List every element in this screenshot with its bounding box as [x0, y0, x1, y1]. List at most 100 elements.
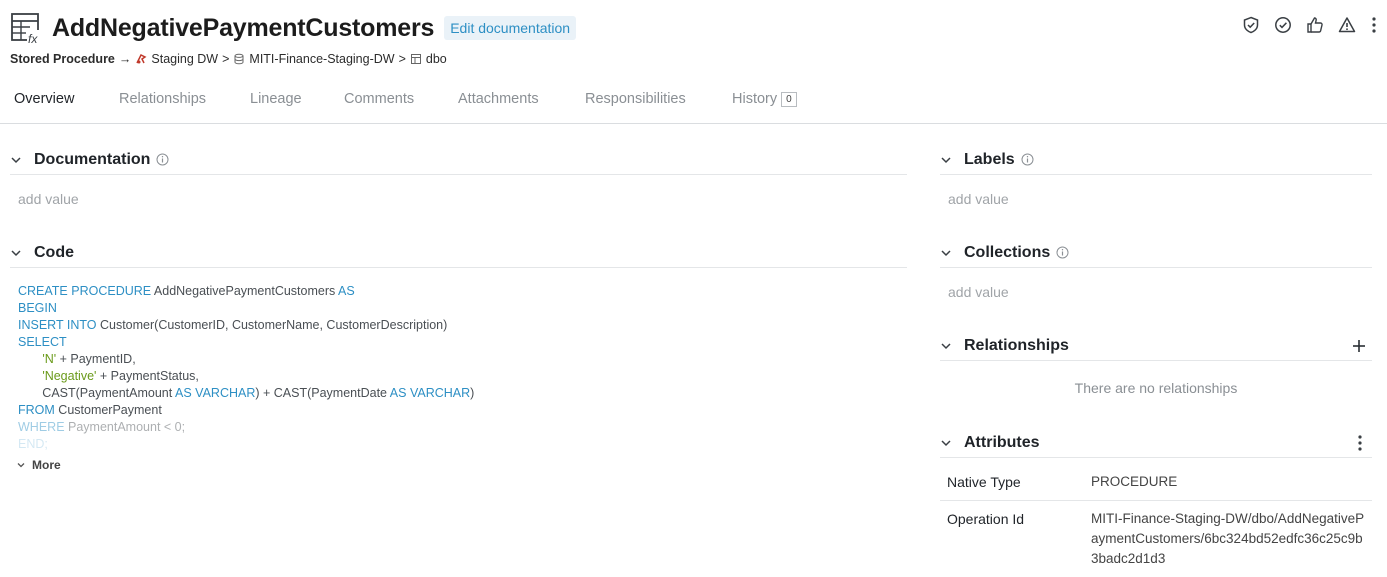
- breadcrumb-sep: >: [398, 52, 406, 66]
- code-keyword: FROM: [18, 403, 55, 417]
- tab-history-label: History: [732, 91, 778, 107]
- code-text: PaymentAmount < 0;: [64, 420, 186, 434]
- database-icon: [234, 53, 244, 65]
- labels-section-header[interactable]: Labels: [940, 145, 1372, 175]
- warning-icon[interactable]: [1337, 15, 1357, 35]
- more-vertical-icon[interactable]: [1369, 15, 1379, 35]
- more-label: More: [32, 458, 61, 472]
- breadcrumb-arrow: →: [118, 52, 132, 66]
- code-text: ) + CAST(PaymentDate: [255, 386, 390, 400]
- schema-icon: [410, 54, 421, 64]
- info-icon[interactable]: [1056, 246, 1069, 259]
- code-line: SELECT: [18, 334, 898, 351]
- tab-attachments[interactable]: Attachments: [458, 91, 539, 107]
- edit-documentation-button[interactable]: Edit documentation: [444, 16, 577, 40]
- code-line: END;: [18, 436, 898, 453]
- code-line: 'N' + PaymentID,: [18, 351, 898, 368]
- breadcrumb-item-database[interactable]: MITI-Finance-Staging-DW: [233, 52, 395, 66]
- attributes-section-header[interactable]: Attributes: [940, 428, 1372, 458]
- code-line: CAST(PaymentAmount AS VARCHAR) + CAST(Pa…: [18, 385, 898, 402]
- code-keyword: AS: [338, 284, 355, 298]
- code-text: CAST(PaymentAmount: [18, 386, 176, 400]
- chevron-down-icon[interactable]: [10, 154, 22, 166]
- chevron-down-icon[interactable]: [10, 247, 22, 259]
- code-text: + PaymentStatus,: [96, 369, 199, 383]
- attribute-key: Native Type: [947, 474, 1021, 490]
- more-button[interactable]: More: [16, 458, 61, 472]
- chevron-down-icon[interactable]: [940, 154, 952, 166]
- breadcrumb: Stored Procedure → Staging DW > MITI-Fin…: [10, 52, 447, 66]
- certify-icon[interactable]: [1273, 15, 1293, 35]
- breadcrumb-item-staging-dw[interactable]: Staging DW: [135, 52, 218, 66]
- info-icon[interactable]: [1021, 153, 1034, 166]
- labels-add-value[interactable]: add value: [948, 191, 1009, 207]
- stored-procedure-icon: fx: [11, 13, 43, 45]
- code-text: Customer(CustomerID, CustomerName, Custo…: [96, 318, 448, 332]
- code-keyword: AS VARCHAR: [175, 386, 256, 400]
- code-string: 'N': [42, 352, 57, 366]
- code-string: 'Negative': [42, 369, 97, 383]
- info-icon[interactable]: [156, 153, 169, 166]
- code-keyword: AS VARCHAR: [389, 386, 471, 400]
- tab-relationships[interactable]: Relationships: [119, 91, 206, 107]
- history-count-badge: 0: [781, 92, 797, 107]
- code-block: CREATE PROCEDURE AddNegativePaymentCusto…: [18, 283, 898, 453]
- collections-add-value[interactable]: add value: [948, 284, 1009, 300]
- code-keyword: WHERE: [18, 420, 65, 434]
- code-section-header[interactable]: Code: [10, 238, 907, 268]
- chevron-down-icon[interactable]: [940, 247, 952, 259]
- code-title: Code: [34, 243, 74, 261]
- code-keyword: BEGIN: [18, 301, 57, 315]
- add-icon[interactable]: [1352, 339, 1366, 353]
- thumbs-up-icon[interactable]: [1305, 15, 1325, 35]
- tab-comments[interactable]: Comments: [344, 91, 414, 107]
- tab-lineage[interactable]: Lineage: [250, 91, 302, 107]
- code-line: 'Negative' + PaymentStatus,: [18, 368, 898, 385]
- no-relationships-message: There are no relationships: [1074, 380, 1238, 396]
- chevron-down-icon: [17, 463, 25, 468]
- more-vertical-icon[interactable]: [1358, 435, 1362, 451]
- breadcrumb-item-label: dbo: [425, 52, 447, 66]
- code-text: ): [470, 386, 475, 400]
- code-line: CREATE PROCEDURE AddNegativePaymentCusto…: [18, 283, 898, 300]
- attribute-value: PROCEDURE: [1091, 474, 1178, 489]
- chevron-down-icon[interactable]: [940, 340, 952, 352]
- tab-overview[interactable]: Overview: [14, 91, 74, 107]
- shield-check-icon[interactable]: [1241, 15, 1261, 35]
- top-actions: [1241, 15, 1379, 35]
- breadcrumb-item-schema[interactable]: dbo: [410, 52, 447, 66]
- breadcrumb-item-label: MITI-Finance-Staging-DW: [249, 52, 395, 66]
- code-line: BEGIN: [18, 300, 898, 317]
- labels-title: Labels: [964, 150, 1015, 168]
- breadcrumb-sep: >: [222, 52, 230, 66]
- documentation-title: Documentation: [34, 150, 151, 168]
- documentation-section-header[interactable]: Documentation: [10, 145, 907, 175]
- code-text: CustomerPayment: [54, 403, 162, 417]
- tab-history[interactable]: History 0: [732, 91, 797, 107]
- collections-title: Collections: [964, 243, 1051, 261]
- chevron-down-icon[interactable]: [940, 437, 952, 449]
- relationships-title: Relationships: [964, 336, 1069, 354]
- documentation-add-value[interactable]: add value: [18, 191, 79, 207]
- relationships-section-header[interactable]: Relationships: [940, 331, 1372, 361]
- attribute-row-operation-id: Operation Id MITI-Finance-Staging-DW/dbo…: [940, 501, 1372, 577]
- code-line: WHERE PaymentAmount < 0;: [18, 419, 898, 436]
- page-header: fx AddNegativePaymentCustomers Edit docu…: [10, 10, 577, 46]
- page-title: AddNegativePaymentCustomers: [52, 13, 435, 42]
- code-keyword: INSERT INTO: [18, 318, 97, 332]
- code-keyword: CREATE PROCEDURE: [18, 284, 152, 298]
- attribute-value: MITI-Finance-Staging-DW/dbo/AddNegativeP…: [1091, 511, 1365, 566]
- tab-responsibilities[interactable]: Responsibilities: [585, 91, 686, 107]
- code-keyword: END;: [18, 437, 48, 451]
- breadcrumb-type: Stored Procedure: [10, 52, 115, 66]
- attribute-row-native-type: Native Type PROCEDURE: [940, 464, 1372, 501]
- collections-section-header[interactable]: Collections: [940, 238, 1372, 268]
- staging-dw-icon: [136, 53, 147, 64]
- code-text: + PaymentID,: [56, 352, 136, 366]
- attributes-title: Attributes: [964, 433, 1040, 451]
- code-text: AddNegativePaymentCustomers: [151, 284, 339, 298]
- code-line: FROM CustomerPayment: [18, 402, 898, 419]
- tab-bar: Overview Relationships Lineage Comments …: [0, 84, 1387, 124]
